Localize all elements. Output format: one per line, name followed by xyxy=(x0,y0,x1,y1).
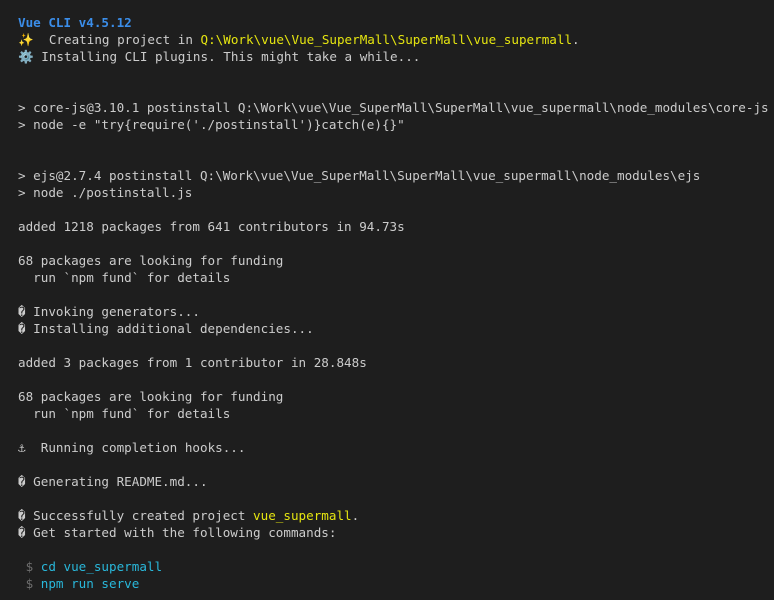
creating-suffix: . xyxy=(572,32,580,47)
prompt-symbol: $ xyxy=(18,559,41,574)
generating-readme-line: � Generating README.md... xyxy=(18,474,208,489)
command-text: npm run serve xyxy=(40,576,140,591)
project-path: Q:\Work\vue\Vue_SuperMall\SuperMall\vue_… xyxy=(200,32,573,47)
terminal-output[interactable]: Vue CLI v4.5.12 ✨ Creating project in Q:… xyxy=(0,0,774,600)
success-suffix: . xyxy=(351,508,360,523)
cli-title-text: Vue CLI v4.5.12 xyxy=(18,15,132,30)
creating-text: Creating project in xyxy=(33,32,201,47)
command-line-serve: $ npm run serve xyxy=(18,575,774,592)
project-name: vue_supermall xyxy=(253,508,352,523)
sparkles-icon: ✨ xyxy=(18,32,34,47)
anchor-icon: ⚓ xyxy=(18,440,26,455)
ejs-node-line: > node ./postinstall.js xyxy=(18,185,193,200)
ejs-postinstall-line: > ejs@2.7.4 postinstall Q:\Work\vue\Vue_… xyxy=(18,168,701,183)
installing-plugins-line: ⚙️ Installing CLI plugins. This might ta… xyxy=(18,48,774,65)
hooks-text: Running completion hooks... xyxy=(25,440,246,455)
gear-icon: ⚙️ xyxy=(18,49,34,64)
corejs-postinstall-line: > core-js@3.10.1 postinstall Q:\Work\vue… xyxy=(18,100,769,115)
funding-hint-line-2: run `npm fund` for details xyxy=(18,406,231,421)
funding-hint-line: run `npm fund` for details xyxy=(18,270,231,285)
cli-version-title: Vue CLI v4.5.12 xyxy=(18,14,774,31)
installing-deps-line: � Installing additional dependencies... xyxy=(18,321,314,336)
success-text: � Successfully created project xyxy=(18,508,254,523)
invoking-generators-line: � Invoking generators... xyxy=(18,304,200,319)
prompt-symbol: $ xyxy=(18,576,41,591)
success-line: � Successfully created project vue_super… xyxy=(18,507,774,524)
corejs-node-line: > node -e "try{require('./postinstall')}… xyxy=(18,117,405,132)
creating-project-line: ✨ Creating project in Q:\Work\vue\Vue_Su… xyxy=(18,31,774,48)
completion-hooks-line: ⚓ Running completion hooks... xyxy=(18,439,774,456)
get-started-line: � Get started with the following command… xyxy=(18,525,337,540)
funding-line: 68 packages are looking for funding xyxy=(18,253,284,268)
added-packages-line: added 1218 packages from 641 contributor… xyxy=(18,219,405,234)
funding-line-2: 68 packages are looking for funding xyxy=(18,389,284,404)
added-packages-line-2: added 3 packages from 1 contributor in 2… xyxy=(18,355,367,370)
command-line-cd: $ cd vue_supermall xyxy=(18,558,774,575)
command-text: cd vue_supermall xyxy=(40,559,163,574)
installing-text: Installing CLI plugins. This might take … xyxy=(33,49,421,64)
